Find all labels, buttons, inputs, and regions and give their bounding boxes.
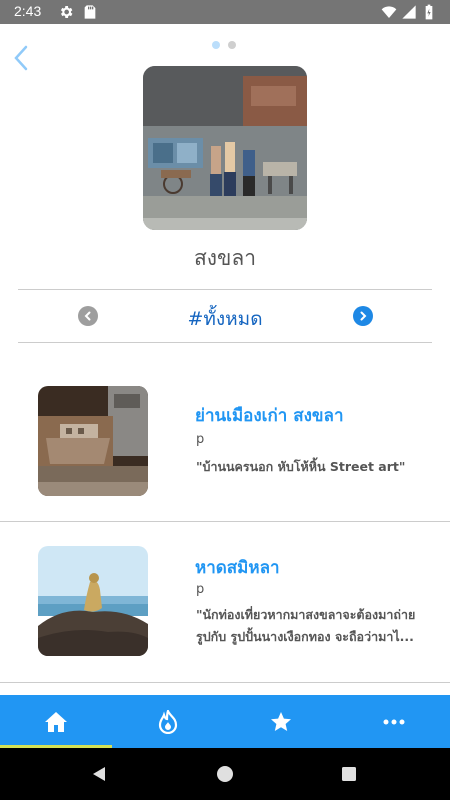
description-line: "บ้านนครนอก หับโห้หิ้น Street art" [196, 459, 406, 474]
back-button[interactable] [6, 40, 36, 76]
sd-card-icon [84, 5, 96, 19]
bottom-navigation [0, 695, 450, 748]
place-subtitle: p [196, 432, 205, 447]
pager-dot-active[interactable] [212, 41, 220, 49]
chevron-left-icon [14, 45, 28, 71]
boat-mural-image [38, 386, 148, 496]
page-title: สงขลา [193, 246, 257, 270]
category-filter: #ทั้งหมด [18, 292, 432, 342]
place-title: หาดสมิหลา [195, 558, 280, 578]
signal-icon [402, 5, 416, 19]
place-description: "บ้านนครนอก หับโห้หิ้น Street art" [196, 456, 448, 478]
list-divider [0, 682, 450, 683]
pager-indicator [212, 41, 242, 51]
place-title: ย่านเมืองเก่า สงขลา [195, 406, 344, 426]
description-line: รูปกับ รูปปั้นนางเงือกทอง จะถือว่ามาไ... [196, 629, 414, 644]
mermaid-statue-image [38, 546, 148, 656]
place-thumbnail [38, 386, 148, 496]
pager-dot[interactable] [228, 41, 236, 49]
back-triangle-icon [93, 767, 105, 781]
recents-square-icon [342, 767, 356, 781]
place-subtitle: p [196, 582, 205, 597]
star-icon [271, 711, 291, 731]
filter-next-button[interactable] [353, 306, 373, 326]
wifi-icon [381, 6, 397, 18]
system-back-button[interactable] [87, 762, 111, 786]
description-line: "นักท่องเที่ยวหากมาสงขลาจะต้องมาถ่าย [196, 607, 416, 622]
nav-more[interactable] [338, 695, 450, 748]
chevron-right-circle-icon [360, 311, 367, 321]
nav-home[interactable] [0, 695, 112, 748]
place-hero-image[interactable] [143, 66, 307, 230]
nav-favorites[interactable] [225, 695, 337, 748]
system-navigation-bar [0, 748, 450, 800]
divider-bottom [18, 342, 432, 343]
more-icon [383, 719, 405, 724]
divider-top [18, 289, 432, 290]
home-circle-icon [217, 766, 233, 782]
place-thumbnail [38, 546, 148, 656]
nav-popular[interactable] [112, 695, 224, 748]
system-recents-button[interactable] [337, 762, 361, 786]
list-item[interactable]: ย่านเมืองเก่า สงขลา p "บ้านนครนอก หับโห้… [0, 362, 450, 522]
status-bar: 2:43 [0, 0, 450, 24]
status-time: 2:43 [14, 3, 42, 19]
fire-icon [158, 709, 178, 734]
battery-icon [425, 4, 433, 20]
home-icon [45, 711, 67, 732]
place-description: "นักท่องเที่ยวหากมาสงขลาจะต้องมาถ่าย รูป… [196, 604, 448, 648]
gear-icon [60, 6, 73, 18]
list-item[interactable]: หาดสมิหลา p "นักท่องเที่ยวหากมาสงขลาจะต้… [0, 522, 450, 682]
system-home-button[interactable] [213, 762, 237, 786]
mural-image [143, 66, 307, 230]
